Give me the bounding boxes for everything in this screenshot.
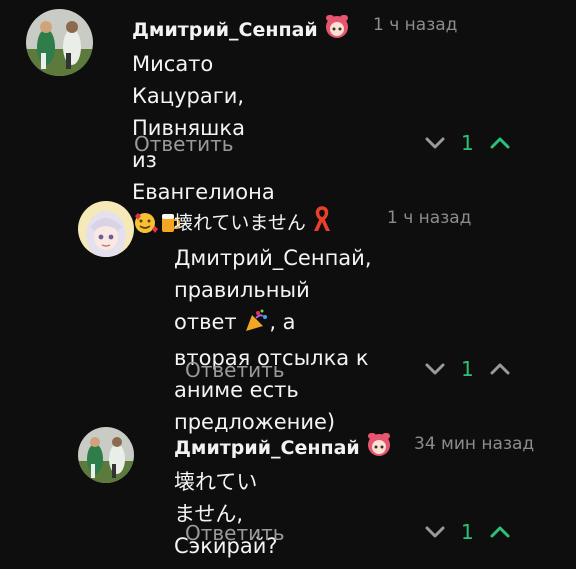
author-name[interactable]: 壊れていません — [174, 205, 334, 238]
reply-button[interactable]: Ответить — [134, 132, 234, 156]
author-name[interactable]: Дмитрий_Сенпай — [132, 13, 352, 46]
vote-controls: 1 — [424, 131, 511, 155]
avatar[interactable] — [26, 9, 93, 76]
author-name[interactable]: Дмитрий_Сенпай — [174, 431, 394, 464]
vote-controls: 1 — [424, 520, 511, 544]
avatar[interactable] — [78, 201, 134, 257]
chevron-down-icon[interactable] — [424, 132, 446, 154]
vote-score: 1 — [461, 520, 474, 544]
timestamp: 1 ч назад — [387, 208, 472, 228]
smiling-face-with-hearts-icon — [132, 211, 158, 244]
comment-text: Дмитрий_Сенпай, правильный ответ , а вто… — [174, 246, 372, 434]
vote-controls: 1 — [424, 357, 511, 381]
reply-button[interactable]: Ответить — [185, 358, 285, 382]
comment-text: 壊れていません, Сэкирай? — [174, 470, 278, 558]
chevron-down-icon[interactable] — [424, 358, 446, 380]
anime-girl-badge-icon — [322, 13, 352, 46]
chevron-up-icon[interactable] — [489, 521, 511, 543]
avatar[interactable] — [78, 427, 134, 483]
vote-score: 1 — [461, 131, 474, 155]
timestamp: 34 мин назад — [414, 434, 535, 454]
chevron-up-icon[interactable] — [489, 358, 511, 380]
anime-girl-badge-icon — [364, 431, 394, 464]
chevron-up-icon[interactable] — [489, 132, 511, 154]
reply-button[interactable]: Ответить — [185, 521, 285, 545]
vote-score: 1 — [461, 357, 474, 381]
timestamp: 1 ч назад — [373, 15, 458, 35]
chevron-down-icon[interactable] — [424, 521, 446, 543]
red-ribbon-icon — [310, 205, 334, 238]
party-popper-icon — [243, 309, 269, 342]
